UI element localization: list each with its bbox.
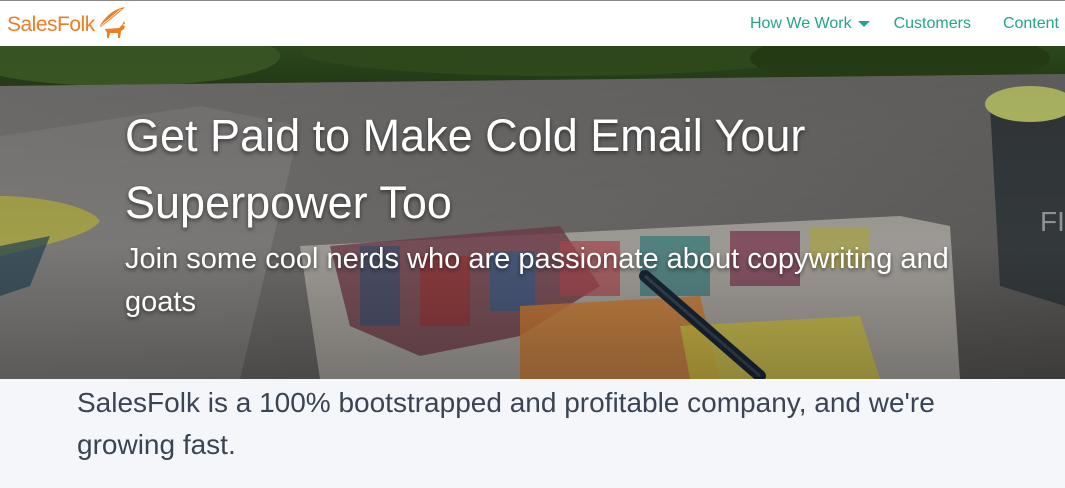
- caret-down-icon: [857, 21, 870, 27]
- hero-subtitle: Join some cool nerds who are passionate …: [125, 243, 949, 318]
- hero-title: Get Paid to Make Cold Email Your Superpo…: [125, 110, 806, 228]
- goat-icon: [96, 7, 125, 38]
- nav-links: How We Work Customers Content: [750, 1, 1065, 47]
- brand-name: SalesFolk: [7, 13, 95, 36]
- nav-customers[interactable]: Customers: [894, 15, 971, 33]
- hero-banner: FI Get Paid to Make Cold Email Your Supe…: [0, 46, 1065, 379]
- top-navbar: SalesFolk How We Work Customers Content: [0, 0, 1065, 46]
- nav-content[interactable]: Content: [1003, 15, 1059, 33]
- intro-paragraph: SalesFolk is a 100% bootstrapped and pro…: [77, 387, 935, 460]
- nav-how-we-work-label: How We Work: [749, 15, 852, 32]
- nav-how-we-work[interactable]: How We Work: [750, 15, 870, 33]
- brand-logo[interactable]: SalesFolk: [7, 7, 131, 43]
